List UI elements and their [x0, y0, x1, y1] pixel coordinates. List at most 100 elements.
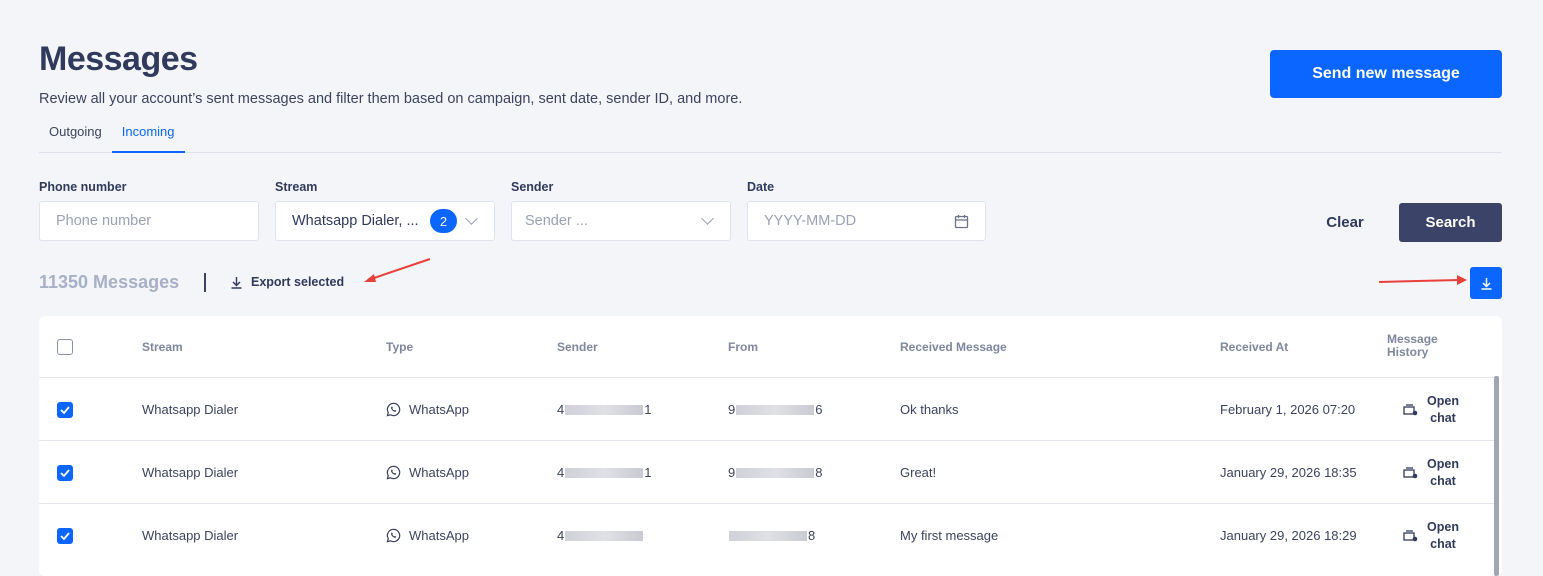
received-message-cell: Ok thanks: [900, 402, 959, 417]
row-checkbox-cell: [57, 441, 73, 504]
page-subtitle: Review all your account’s sent messages …: [39, 91, 743, 107]
annotation-arrow: [1378, 275, 1467, 285]
header-received-at[interactable]: Received At: [1220, 340, 1288, 354]
open-chat-label: Open chat: [1427, 519, 1459, 551]
redacted-block: [729, 530, 807, 541]
whatsapp-icon: [386, 402, 401, 417]
tab-outgoing[interactable]: Outgoing: [39, 118, 112, 153]
header-message-history: Message History: [1387, 332, 1438, 359]
received-message-cell: My first message: [900, 528, 999, 543]
sender-visible-start: 4: [557, 528, 565, 543]
sender-visible-end: 1: [644, 465, 652, 480]
open-chat-label: Open chat: [1427, 393, 1459, 425]
tab-incoming[interactable]: Incoming: [111, 118, 185, 153]
chat-history-icon: [1403, 467, 1418, 479]
open-chat-button[interactable]: Open chat: [1403, 504, 1461, 567]
redacted-block: [565, 404, 644, 415]
sender-placeholder: Sender ...: [525, 213, 588, 229]
row-checkbox[interactable]: [57, 464, 73, 481]
whatsapp-icon: [386, 465, 401, 480]
check-icon: [60, 531, 70, 540]
open-chat-label: Open chat: [1427, 456, 1459, 488]
export-selected-label: Export selected: [251, 275, 345, 289]
row-checkbox[interactable]: [57, 527, 73, 544]
stream-cell: Whatsapp Dialer: [142, 465, 239, 480]
sender-cell: 41: [557, 441, 651, 504]
clear-button[interactable]: Clear: [1310, 203, 1380, 241]
type-label: WhatsApp: [409, 465, 469, 480]
from-visible-end: 6: [815, 402, 823, 417]
chevron-down-icon: [701, 212, 714, 225]
sender-select[interactable]: Sender ...: [511, 201, 731, 241]
download-all-button[interactable]: [1470, 267, 1502, 299]
type-label: WhatsApp: [409, 402, 469, 417]
check-icon: [60, 405, 70, 414]
sender-visible-end: 1: [644, 402, 652, 417]
redacted-block: [565, 467, 644, 478]
phone-number-input[interactable]: Phone number: [39, 201, 259, 241]
sender-visible-start: 4: [557, 465, 565, 480]
from-visible-start: 9: [728, 465, 736, 480]
download-icon: [231, 276, 242, 289]
stream-value: Whatsapp Dialer, ...: [292, 213, 419, 229]
sender-visible-start: 4: [557, 402, 565, 417]
received-message-cell: Great!: [900, 465, 937, 480]
stream-select[interactable]: Whatsapp Dialer, ... 2: [275, 201, 495, 241]
table-row[interactable]: Whatsapp Dialer WhatsApp 41 96 Ok thanks…: [39, 377, 1494, 440]
search-button[interactable]: Search: [1399, 203, 1502, 242]
send-new-message-button[interactable]: Send new message: [1270, 50, 1502, 98]
sender-label: Sender: [511, 180, 554, 194]
chat-history-icon: [1403, 404, 1418, 416]
header-type[interactable]: Type: [386, 340, 413, 354]
date-placeholder: YYYY-MM-DD: [764, 213, 857, 229]
date-input[interactable]: YYYY-MM-DD: [747, 201, 986, 241]
table-row[interactable]: Whatsapp Dialer WhatsApp 4 8 My first me…: [39, 503, 1494, 566]
sender-cell: 41: [557, 378, 651, 441]
chevron-down-icon: [465, 212, 478, 225]
from-cell: 98: [728, 441, 822, 504]
stream-cell: Whatsapp Dialer: [142, 528, 239, 543]
row-checkbox-cell: [57, 378, 73, 441]
redacted-block: [736, 467, 815, 478]
open-chat-button[interactable]: Open chat: [1403, 441, 1461, 504]
chat-history-icon: [1403, 530, 1418, 542]
message-count: 11350 Messages: [39, 272, 180, 292]
received-at-cell: February 1, 2026 07:20: [1220, 402, 1356, 417]
from-visible-start: 9: [728, 402, 736, 417]
header-stream[interactable]: Stream: [142, 340, 183, 354]
stream-count-badge: 2: [430, 209, 457, 233]
whatsapp-icon: [386, 528, 401, 543]
page-title: Messages: [39, 40, 198, 78]
from-cell: 96: [728, 378, 822, 441]
redacted-block: [736, 404, 815, 415]
received-at-cell: January 29, 2026 18:35: [1220, 465, 1357, 480]
type-cell: WhatsApp: [386, 504, 469, 567]
open-chat-button[interactable]: Open chat: [1403, 378, 1461, 441]
table-row[interactable]: Whatsapp Dialer WhatsApp 41 98 Great! Ja…: [39, 440, 1494, 503]
tabs: Outgoing Incoming: [39, 118, 1502, 153]
type-label: WhatsApp: [409, 528, 469, 543]
stream-label: Stream: [275, 180, 318, 194]
scrollbar[interactable]: [1494, 376, 1499, 576]
from-visible-end: 8: [815, 465, 823, 480]
row-checkbox-cell: [57, 504, 73, 567]
stream-cell: Whatsapp Dialer: [142, 402, 239, 417]
header-received-message[interactable]: Received Message: [900, 340, 1007, 354]
type-cell: WhatsApp: [386, 441, 469, 504]
received-at-cell: January 29, 2026 18:29: [1220, 528, 1357, 543]
check-icon: [60, 468, 70, 477]
row-checkbox[interactable]: [57, 401, 73, 418]
calendar-icon[interactable]: [954, 214, 969, 229]
header-from[interactable]: From: [728, 340, 758, 354]
annotation-arrow: [364, 258, 431, 282]
header-sender[interactable]: Sender: [557, 340, 598, 354]
from-cell: 8: [728, 504, 815, 567]
export-selected-button[interactable]: Export selected: [230, 275, 344, 289]
phone-label: Phone number: [39, 180, 127, 194]
date-label: Date: [747, 180, 775, 194]
type-cell: WhatsApp: [386, 378, 469, 441]
select-all-checkbox[interactable]: [57, 339, 73, 355]
phone-placeholder: Phone number: [56, 213, 152, 229]
from-visible-end: 8: [808, 528, 816, 543]
messages-table: Stream Type Sender From Received Message…: [39, 316, 1502, 576]
